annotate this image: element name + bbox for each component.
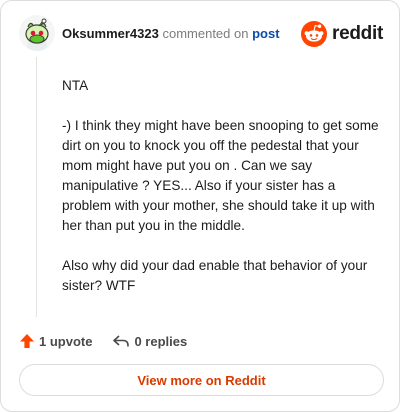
reddit-logo[interactable]: reddit bbox=[301, 20, 383, 48]
upvote-count: 1 upvote bbox=[39, 333, 93, 349]
snoo-avatar-icon bbox=[25, 18, 49, 51]
embedded-comment-card: Oksummer4323 commented on post reddit NT… bbox=[0, 0, 400, 412]
byline-verb: commented on bbox=[162, 26, 249, 41]
upvote-arrow-icon bbox=[20, 334, 34, 348]
comment-header: Oksummer4323 commented on post reddit bbox=[19, 15, 383, 55]
reddit-snoo-icon bbox=[301, 21, 328, 47]
username-link[interactable]: Oksummer4323 bbox=[62, 26, 159, 41]
comment-actions: 1 upvote 0 replies bbox=[19, 331, 187, 351]
upvote-button[interactable]: 1 upvote bbox=[19, 333, 92, 349]
comment-paragraph: -) I think they might have been snooping… bbox=[62, 118, 379, 233]
user-avatar[interactable] bbox=[19, 15, 55, 51]
comment-paragraph: NTA bbox=[62, 78, 89, 93]
view-more-on-reddit-button[interactable]: View more on Reddit bbox=[19, 364, 384, 396]
replies-count: 0 replies bbox=[134, 333, 188, 349]
post-link[interactable]: post bbox=[252, 26, 279, 41]
reply-arrow-icon bbox=[113, 335, 130, 347]
comment-byline: Oksummer4323 commented on post bbox=[62, 26, 280, 41]
comment-paragraph: Also why did your dad enable that behavi… bbox=[62, 258, 368, 293]
replies-button[interactable]: 0 replies bbox=[112, 333, 187, 349]
comment-body: NTA -) I think they might have been snoo… bbox=[62, 76, 382, 316]
thread-line bbox=[36, 57, 37, 317]
reddit-wordmark: reddit bbox=[332, 23, 383, 44]
